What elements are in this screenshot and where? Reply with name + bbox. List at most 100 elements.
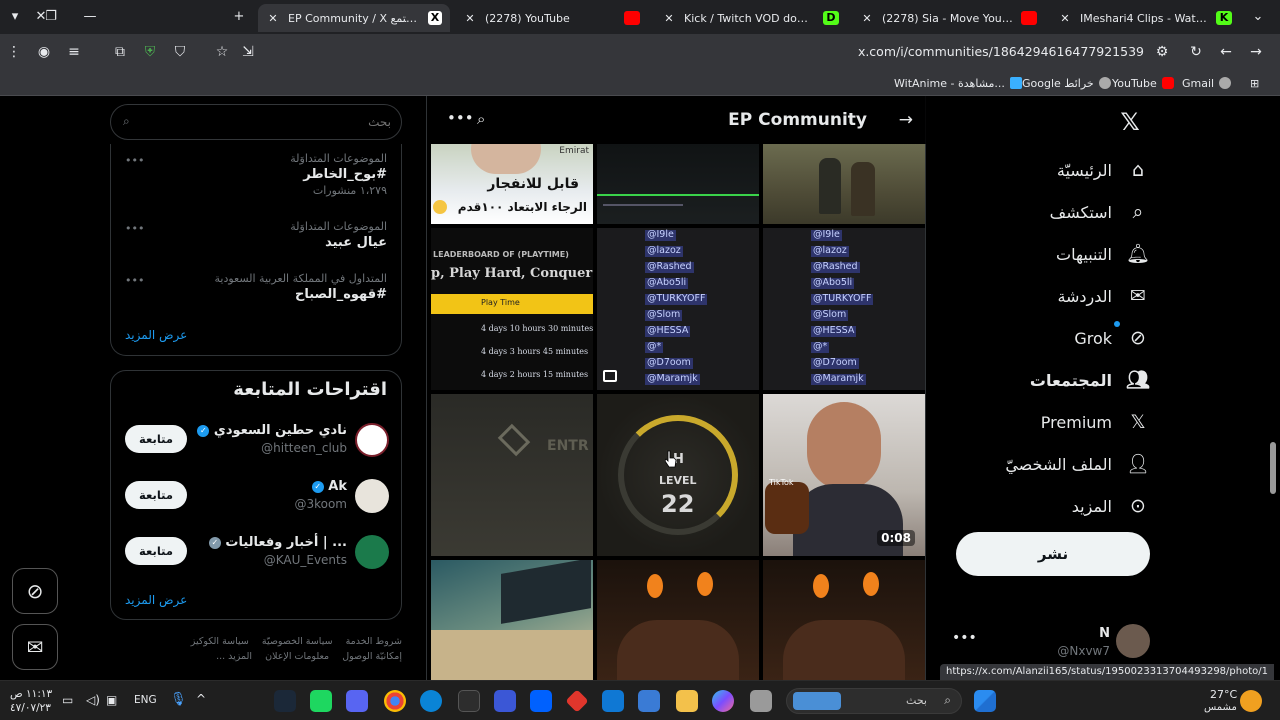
search-input[interactable] <box>141 109 391 135</box>
back-arrow-icon[interactable]: ← <box>1216 42 1236 62</box>
footer-link[interactable]: المزيد ... <box>216 651 252 662</box>
bookmark-star-icon[interactable]: ☆ <box>212 42 232 62</box>
media-controls-icon[interactable]: ≡ <box>64 42 84 62</box>
tab-close-icon[interactable]: ✕ <box>860 12 874 25</box>
more-dots-icon[interactable]: ••• <box>125 274 144 287</box>
microphone-icon[interactable]: 🎙︎ <box>170 692 187 707</box>
input-language[interactable]: ENG <box>134 694 157 706</box>
battery-icon[interactable]: ▭ <box>62 693 73 707</box>
address-bar[interactable]: x.com/i/communities/1864294616477921539 <box>260 38 1180 66</box>
media-tile[interactable]: H LEVEL 22 <box>597 394 759 556</box>
follow-button[interactable]: متابعة <box>125 425 187 453</box>
bookmark-google-maps[interactable]: Google خرائط <box>1022 75 1111 91</box>
site-settings-icon[interactable]: ⚙ <box>1152 42 1172 62</box>
tab-youtube[interactable]: ✕ (2278) YouTube <box>455 4 648 32</box>
apps-grid-icon[interactable]: ⊞ <box>1250 75 1259 91</box>
media-tile[interactable]: ENTR <box>431 394 593 556</box>
footer-link[interactable]: سياسة الخصوصيّة <box>262 636 333 647</box>
mail-icon[interactable]: ✉ <box>12 624 58 670</box>
media-tile[interactable] <box>431 560 593 680</box>
edge-icon[interactable] <box>420 690 442 712</box>
show-more-link[interactable]: عرض المزيد <box>125 328 187 342</box>
nav-more[interactable]: ⊙ المزيد <box>1072 488 1150 524</box>
search-icon[interactable]: ⌕ <box>477 110 485 128</box>
tab-close-icon[interactable]: ✕ <box>266 12 280 25</box>
account-switcher[interactable]: N @Nxvw7 ••• <box>952 618 1162 662</box>
tab-kick[interactable]: ✕ IMeshari4 Clips - Watch Live on K <box>1050 4 1240 32</box>
media-tile[interactable]: @I9le @lazoz @Rashed @Abo5li @TURKYOFF @… <box>597 228 759 390</box>
more-dots-icon[interactable]: ••• <box>125 154 144 167</box>
copilot-icon[interactable] <box>712 690 734 712</box>
nav-home[interactable]: ⌂ الرئيسيّة <box>1057 152 1150 188</box>
media-tile[interactable] <box>597 560 759 680</box>
nav-notifications[interactable]: 🔔︎ التنبيهات <box>1056 236 1150 272</box>
follow-suggestion[interactable]: نادي حطين السعودي ✓ @hitteen_club متابعة <box>111 419 403 467</box>
post-button[interactable]: نشر <box>956 532 1150 576</box>
bookmark-witanime[interactable]: WitAnime - مشاهدة... <box>894 75 1022 91</box>
show-more-link[interactable]: عرض المزيد <box>125 593 187 607</box>
trend-item[interactable]: الموضوعات المتداوَلة #بوح_الخاطر ١،٢٧٩ م… <box>117 152 387 197</box>
back-arrow-icon[interactable]: → <box>899 110 913 130</box>
footer-link[interactable]: معلومات الإعلان <box>265 651 329 662</box>
trend-item[interactable]: الموضوعات المتداوَلة عيال عبيد <box>117 220 387 250</box>
windows-start-icon[interactable] <box>974 690 996 712</box>
app-blue-icon[interactable] <box>494 690 516 712</box>
media-tile[interactable]: @I9le @lazoz @Rashed @Abo5li @TURKYOFF @… <box>763 228 925 390</box>
outlook-icon[interactable] <box>602 690 624 712</box>
tab-close-icon[interactable]: ✕ <box>1058 12 1072 25</box>
app-red-icon[interactable] <box>565 689 589 713</box>
media-tile[interactable]: TikTok 0:08 <box>763 394 925 556</box>
bookmark-gmail[interactable]: Gmail <box>1182 75 1232 91</box>
footer-link[interactable]: سياسة الكوكيز <box>191 636 249 647</box>
footer-link[interactable]: شروط الخدمة <box>346 636 402 647</box>
epic-games-icon[interactable] <box>458 690 480 712</box>
window-minimize-icon[interactable]: — <box>79 7 101 27</box>
bookmark-youtube[interactable]: YouTube <box>1112 75 1174 91</box>
forward-arrow-icon[interactable]: → <box>1246 42 1266 62</box>
nav-profile[interactable]: 👤︎ الملف الشخصيّ <box>1005 446 1150 482</box>
steam-icon[interactable] <box>274 690 296 712</box>
follow-suggestion[interactable]: ... | أخبار وفعاليات ✓ @KAU_Events متابع… <box>111 531 403 579</box>
scroll-thumb[interactable] <box>1270 442 1276 494</box>
footer-link[interactable]: إمكانيّة الوصول <box>342 651 402 662</box>
extensions-icon[interactable]: ⧉ <box>110 42 130 62</box>
nav-messages[interactable]: ✉ الدردشة <box>1057 278 1150 314</box>
follow-button[interactable]: متابعة <box>125 481 187 509</box>
shield-extension-icon[interactable]: ⛨ <box>140 42 160 62</box>
app-green-icon[interactable] <box>310 690 332 712</box>
media-tile[interactable]: Emirat قابل للانفجار الرجاء الابتعاد ١٠٠… <box>431 144 593 224</box>
search-box[interactable]: ⌕ <box>110 104 402 140</box>
more-dots-icon[interactable]: ••• <box>125 222 144 235</box>
discord-icon[interactable] <box>346 690 368 712</box>
media-tile[interactable] <box>597 144 759 224</box>
nav-explore[interactable]: ⌕ استكشف <box>1050 194 1150 230</box>
chevron-up-icon[interactable]: ^ <box>196 692 206 706</box>
grok-icon[interactable]: ⊘ <box>12 568 58 614</box>
media-tile[interactable]: LEADERBOARD OF (PLAYTIME) p, Play Hard, … <box>431 228 593 390</box>
install-app-icon[interactable]: ⇲ <box>238 42 258 62</box>
tab-vod-downloader[interactable]: ✕ Kick / Twitch VOD downloader D <box>654 4 847 32</box>
new-tab-button[interactable]: + <box>228 7 250 27</box>
app-window-icon[interactable] <box>750 690 772 712</box>
network-icon[interactable]: ▣ <box>106 693 117 707</box>
browser-menu-icon[interactable]: ⋮ <box>4 42 24 62</box>
tab-sia[interactable]: ✕ (2278) Sia - Move Your Body (A <box>852 4 1045 32</box>
nav-communities[interactable]: 👥︎ المجتمعات <box>1030 362 1150 398</box>
window-menu-button[interactable]: ▾ <box>4 7 26 27</box>
window-restore-icon[interactable]: ❐ <box>40 7 62 27</box>
follow-suggestion[interactable]: Ak ✓ @3koom متابعة <box>111 475 403 523</box>
volume-icon[interactable]: ◁) <box>86 693 100 707</box>
sun-icon[interactable] <box>1240 690 1262 712</box>
tab-ep-community[interactable]: ✕ EP Community / X المجتمع X <box>258 4 450 32</box>
nav-grok[interactable]: ⊘ Grok <box>1074 320 1150 356</box>
extension-avatar-icon[interactable]: ◉ <box>34 42 54 62</box>
media-tile[interactable] <box>763 560 925 680</box>
nav-premium[interactable]: 𝕏 Premium <box>1041 404 1150 440</box>
follow-button[interactable]: متابعة <box>125 537 187 565</box>
media-tile[interactable] <box>763 144 925 224</box>
file-explorer-icon[interactable] <box>676 690 698 712</box>
page-scrollbar[interactable] <box>1268 96 1278 680</box>
adblock-icon[interactable]: ⛉ <box>170 42 190 62</box>
store-icon[interactable] <box>638 690 660 712</box>
tab-close-icon[interactable]: ✕ <box>463 12 477 25</box>
